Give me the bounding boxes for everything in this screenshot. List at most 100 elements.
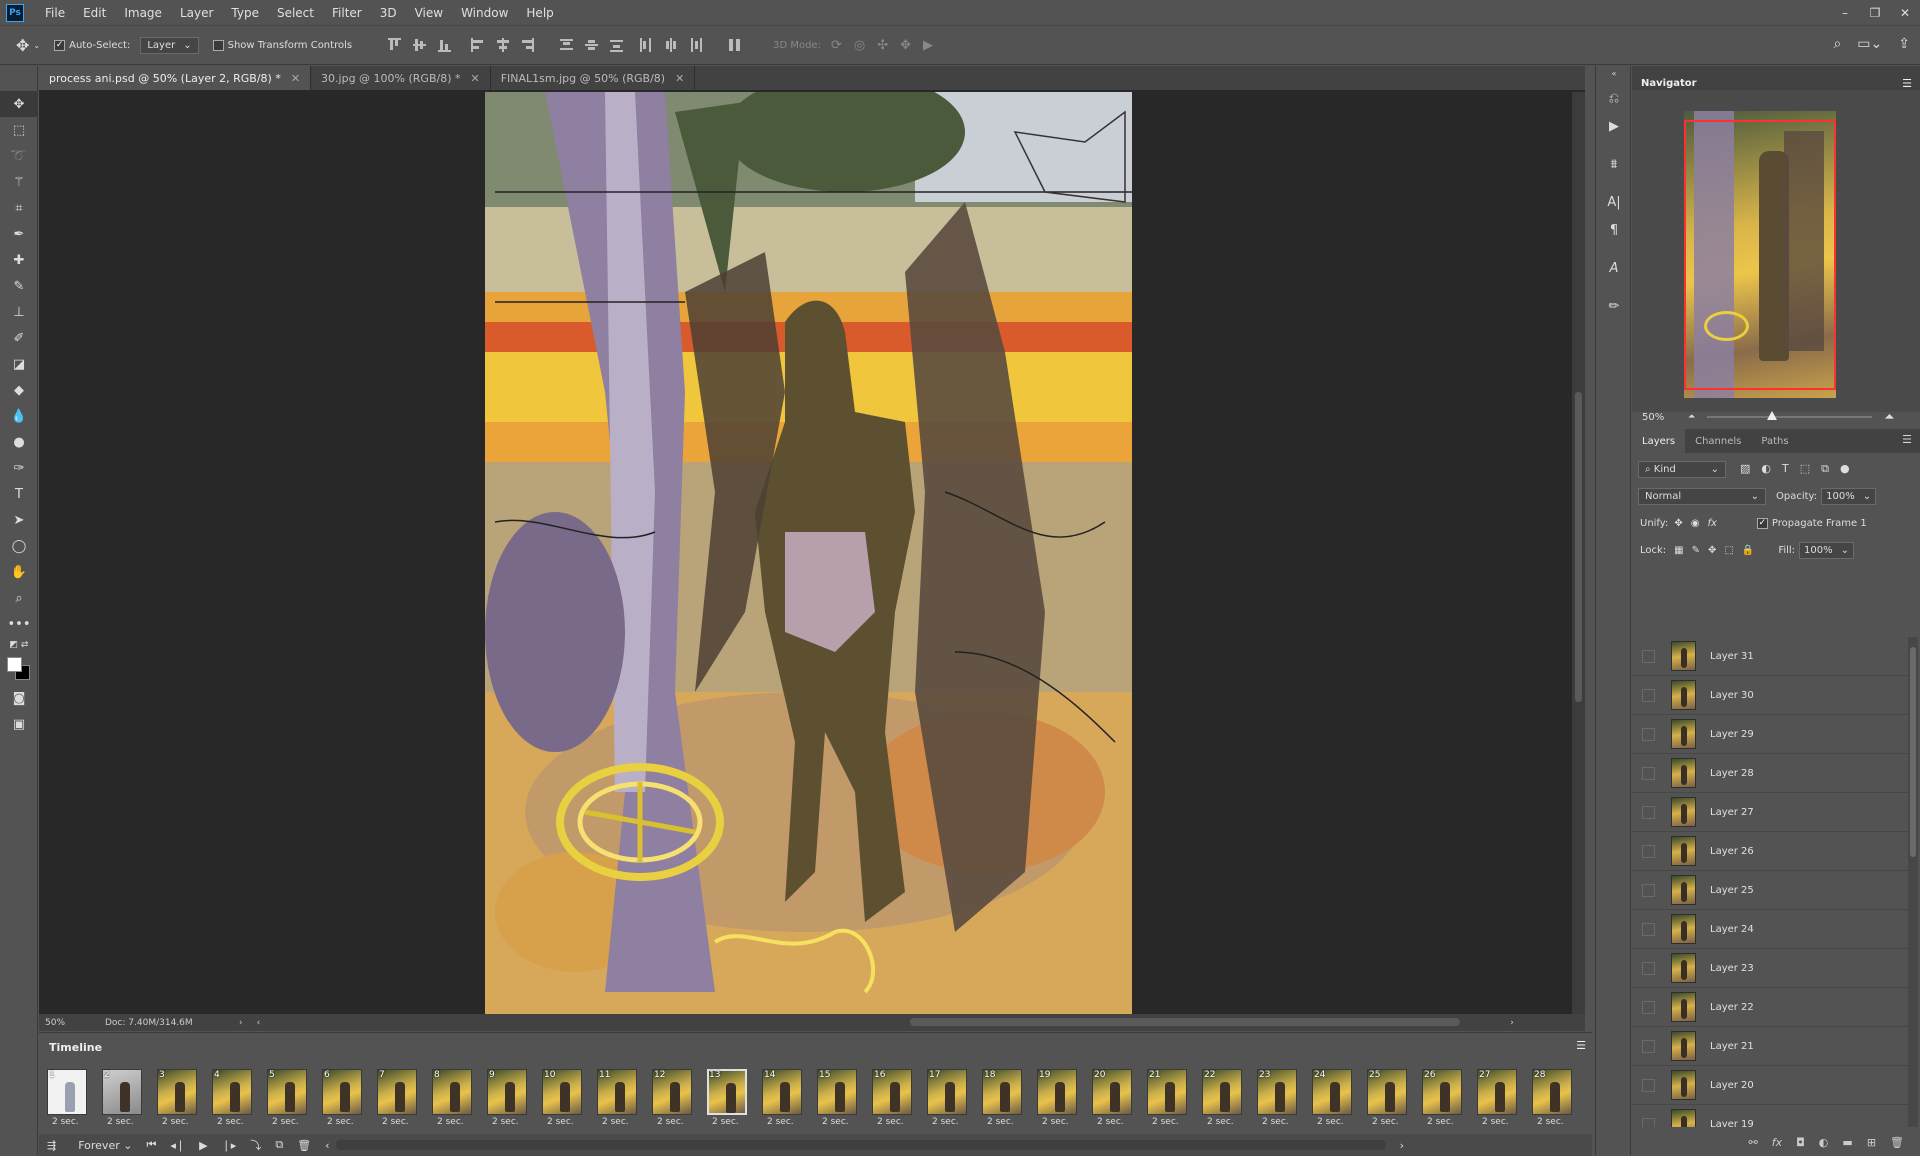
frame-delay[interactable]: 2 sec. <box>327 1117 354 1127</box>
color-swatches[interactable] <box>0 653 38 685</box>
3d-pan-icon[interactable]: ✣ <box>877 38 888 53</box>
unify-position-icon[interactable]: ✥ <box>1674 518 1682 529</box>
document-tab[interactable]: FINAL1sm.jpg @ 50% (RGB/8) ✕ <box>491 66 696 90</box>
align-vcenter-icon[interactable] <box>413 38 427 52</box>
frame-delay[interactable]: 2 sec. <box>877 1117 904 1127</box>
menu-view[interactable]: View <box>406 6 452 20</box>
unify-style-icon[interactable]: fx <box>1707 518 1716 529</box>
frame-delay[interactable]: 2 sec. <box>162 1117 189 1127</box>
brush-presets-icon[interactable]: ⩩ <box>1596 150 1632 178</box>
close-window-button[interactable]: ✕ <box>1890 0 1920 25</box>
propagate-frame-checkbox[interactable]: ✓ <box>1756 517 1768 529</box>
screen-mode-icon[interactable]: ▣ <box>0 711 38 737</box>
layer-visibility-toggle[interactable] <box>1642 883 1655 897</box>
paragraph-icon[interactable]: ¶ <box>1596 216 1632 244</box>
animation-frame[interactable]: 16 2 sec. <box>869 1067 924 1129</box>
filter-smart-object-icon[interactable]: ⧉ <box>1821 462 1829 476</box>
timeline-scroll-left-icon[interactable]: ‹ <box>325 1139 329 1152</box>
layer-row[interactable]: Layer 26 <box>1632 832 1914 871</box>
brush-tool-icon[interactable]: ✎ <box>0 273 38 299</box>
paint-bucket-tool-icon[interactable]: ◆ <box>0 377 38 403</box>
type-tool-icon[interactable]: T <box>0 481 38 507</box>
dodge-tool-icon[interactable]: ● <box>0 429 38 455</box>
3d-rotate-icon[interactable]: ⟳ <box>831 38 842 53</box>
frame-delay[interactable]: 2 sec. <box>492 1117 519 1127</box>
lasso-tool-icon[interactable]: ➰ <box>0 143 38 169</box>
layers-scrollbar[interactable] <box>1908 637 1918 1127</box>
filter-type-icon[interactable]: T <box>1782 462 1789 476</box>
auto-select-checkbox[interactable]: ✓ <box>54 39 66 51</box>
frame-delay[interactable]: 2 sec. <box>657 1117 684 1127</box>
animation-frame[interactable]: 28 2 sec. <box>1529 1067 1584 1129</box>
animation-frame[interactable]: 2 2 sec. <box>99 1067 154 1129</box>
animation-frame[interactable]: 13 2 sec. <box>704 1067 759 1129</box>
tween-icon[interactable]: ⤵ <box>250 1137 261 1153</box>
frame-delay[interactable]: 2 sec. <box>272 1117 299 1127</box>
frame-delay[interactable]: 2 sec. <box>1042 1117 1069 1127</box>
next-frame-icon[interactable]: ❘▸ <box>222 1139 237 1152</box>
layer-row[interactable]: Layer 30 <box>1632 676 1914 715</box>
scroll-right-icon[interactable]: › <box>1510 1018 1514 1028</box>
eraser-tool-icon[interactable]: ◪ <box>0 351 38 377</box>
zoom-slider-handle[interactable] <box>1767 411 1778 420</box>
zoom-level[interactable]: 50% <box>45 1018 105 1028</box>
link-layers-icon[interactable]: ⚯ <box>1748 1136 1757 1149</box>
play-icon[interactable]: ▶ <box>199 1139 207 1152</box>
status-menu-arrow-icon[interactable]: › <box>239 1018 243 1028</box>
zoom-tool-icon[interactable]: ⌕ <box>0 585 38 611</box>
zoom-slider[interactable] <box>1707 411 1873 420</box>
swap-colors-icon[interactable]: ◩ ⇄ <box>0 637 38 653</box>
show-transform-checkbox[interactable] <box>212 39 224 51</box>
first-frame-icon[interactable]: ⏮ <box>146 1138 156 1152</box>
timeline-horizontal-scrollbar[interactable] <box>335 1140 1386 1150</box>
menu-select[interactable]: Select <box>268 6 323 20</box>
layer-row[interactable]: Layer 24 <box>1632 910 1914 949</box>
zoom-out-icon[interactable]: ⏶ <box>1688 412 1695 422</box>
animation-frame[interactable]: 12 2 sec. <box>649 1067 704 1129</box>
layer-row[interactable]: Layer 29 <box>1632 715 1914 754</box>
filter-shape-icon[interactable]: ⬚ <box>1800 462 1810 476</box>
layer-visibility-toggle[interactable] <box>1642 961 1655 975</box>
animation-frame[interactable]: 21 2 sec. <box>1144 1067 1199 1129</box>
collapse-panels-icon[interactable]: « <box>1596 66 1632 80</box>
layers-scroll-thumb[interactable] <box>1910 647 1916 857</box>
animation-frame[interactable]: 6 2 sec. <box>319 1067 374 1129</box>
layer-row[interactable]: Layer 22 <box>1632 988 1914 1027</box>
animation-frame[interactable]: 20 2 sec. <box>1089 1067 1144 1129</box>
menu-image[interactable]: Image <box>115 6 171 20</box>
menu-3d[interactable]: 3D <box>371 6 406 20</box>
frame-delay[interactable]: 2 sec. <box>52 1117 79 1127</box>
frame-delay[interactable]: 2 sec. <box>1372 1117 1399 1127</box>
convert-timeline-icon[interactable]: ⇶ <box>47 1139 56 1152</box>
navigator-view-box[interactable] <box>1684 120 1836 390</box>
align-left-icon[interactable] <box>471 38 484 52</box>
align-hcenter-icon[interactable] <box>496 38 510 52</box>
magic-wand-tool-icon[interactable]: ⚚ <box>0 169 38 195</box>
filter-toggle-icon[interactable]: ● <box>1840 462 1850 476</box>
lock-transparent-icon[interactable]: ▦ <box>1674 545 1683 556</box>
layer-visibility-toggle[interactable] <box>1642 1039 1655 1053</box>
marquee-tool-icon[interactable]: ⬚ <box>0 117 38 143</box>
navigator-menu-icon[interactable]: ☰ <box>1902 77 1912 90</box>
horizontal-scroll-thumb[interactable] <box>910 1018 1461 1026</box>
align-bottom-icon[interactable] <box>438 38 452 52</box>
filter-adjustment-icon[interactable]: ◐ <box>1761 462 1771 476</box>
lock-all-icon[interactable]: 🔒 <box>1742 545 1754 556</box>
glyphs-icon[interactable]: A <box>1596 254 1632 282</box>
layer-visibility-toggle[interactable] <box>1642 922 1655 936</box>
animation-frame[interactable]: 9 2 sec. <box>484 1067 539 1129</box>
3d-roll-icon[interactable]: ◎ <box>854 38 865 53</box>
foreground-color-swatch[interactable] <box>7 657 22 672</box>
distribute-bottom-icon[interactable] <box>610 38 624 52</box>
add-mask-icon[interactable]: ◘ <box>1796 1136 1805 1149</box>
layer-visibility-toggle[interactable] <box>1642 766 1655 780</box>
pen-tool-icon[interactable]: ✑ <box>0 455 38 481</box>
close-tab-icon[interactable]: ✕ <box>675 72 684 85</box>
healing-brush-tool-icon[interactable]: ✚ <box>0 247 38 273</box>
frame-delay[interactable]: 2 sec. <box>382 1117 409 1127</box>
previous-frame-icon[interactable]: ◂❘ <box>170 1139 185 1152</box>
frame-delay[interactable]: 2 sec. <box>437 1117 464 1127</box>
frame-delay[interactable]: 2 sec. <box>602 1117 629 1127</box>
animation-frame[interactable]: 8 2 sec. <box>429 1067 484 1129</box>
frame-delay[interactable]: 2 sec. <box>822 1117 849 1127</box>
